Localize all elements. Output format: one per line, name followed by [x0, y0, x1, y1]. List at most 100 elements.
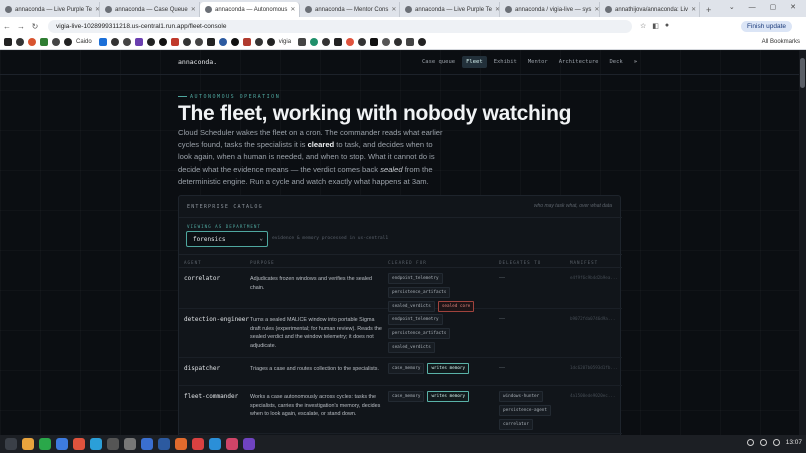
manifest-hash[interactable]: b9072fda0746d9a...: [570, 316, 618, 321]
nav-link-exhibit[interactable]: Exhibit: [490, 56, 521, 68]
bookmark-icon[interactable]: [182, 38, 191, 46]
url-field[interactable]: vigia-live-1028999311218.us-central1.run…: [48, 19, 632, 33]
browser-tab[interactable]: annathijova/annaconda: Liv ✕: [600, 2, 700, 17]
reload-icon[interactable]: ↻: [28, 22, 42, 31]
bookmark-icon[interactable]: [110, 38, 119, 46]
nav-link-deck[interactable]: Deck: [606, 56, 627, 68]
taskbar-app-icon[interactable]: [141, 438, 153, 450]
bookmark-icon[interactable]: [98, 38, 107, 46]
bookmark-icon[interactable]: [206, 38, 215, 46]
bookmark-label[interactable]: vigia: [279, 39, 291, 45]
taskbar-app-icon[interactable]: [226, 438, 238, 450]
bookmark-icon[interactable]: [382, 38, 391, 46]
star-icon[interactable]: ☆: [640, 22, 646, 30]
taskbar-app-icon[interactable]: [39, 438, 51, 450]
taskbar-app-icon[interactable]: [90, 438, 102, 450]
taskbar-app-icon[interactable]: [192, 438, 204, 450]
bookmark-icon[interactable]: [254, 38, 263, 46]
close-tab-icon[interactable]: ✕: [290, 6, 295, 13]
bookmark-icon[interactable]: [40, 38, 48, 46]
bookmark-icon[interactable]: [406, 38, 415, 46]
bookmark-icon[interactable]: [194, 38, 203, 46]
manifest-hash[interactable]: 4a1500ede9020ec...: [570, 393, 618, 398]
table-row[interactable]: fleet-commander Works a case autonomously…: [179, 386, 622, 434]
bookmark-icon[interactable]: [230, 38, 239, 46]
bookmark-icon[interactable]: [266, 38, 275, 46]
bookmark-label[interactable]: Caido: [76, 39, 92, 45]
window-controls[interactable]: ⌄ — ▢ ✕: [729, 3, 802, 11]
browser-tab[interactable]: annaconda — Live Purple Te ✕: [0, 2, 100, 17]
bookmark-icon[interactable]: [146, 38, 155, 46]
bookmark-icon[interactable]: [334, 38, 343, 46]
bookmark-icon[interactable]: [310, 38, 319, 46]
browser-tab[interactable]: annaconda — Autonomous ✕: [200, 2, 300, 17]
finish-update-button[interactable]: Finish update: [740, 20, 792, 32]
table-row[interactable]: detection-engineer Turns a sealed MALICE …: [179, 309, 622, 358]
bookmark-icon[interactable]: [218, 38, 227, 46]
cleared-for-list: endpoint_telemetry persistence_artifacts s…: [388, 314, 488, 353]
agent-name[interactable]: fleet-commander: [184, 393, 238, 400]
bookmark-icon[interactable]: [170, 38, 179, 46]
taskbar-app-icon[interactable]: [56, 438, 68, 450]
bookmark-icon[interactable]: [346, 38, 355, 46]
new-tab-button[interactable]: +: [700, 2, 717, 17]
bookmark-icon[interactable]: [322, 38, 331, 46]
network-icon[interactable]: [746, 439, 754, 446]
browser-tab[interactable]: annaconda / vigia-live — sys ✕: [500, 2, 600, 17]
bookmark-icon[interactable]: [370, 38, 379, 46]
page-scrollbar[interactable]: [799, 50, 806, 435]
bookmark-icon[interactable]: [242, 38, 251, 46]
taskbar-app-icon[interactable]: [5, 438, 17, 450]
close-tab-icon[interactable]: ✕: [594, 6, 599, 13]
back-icon[interactable]: ←: [0, 22, 14, 31]
table-row[interactable]: dispatcher Triages a case and routes coll…: [179, 358, 622, 386]
nav-link-mentor[interactable]: Mentor: [524, 56, 552, 68]
forward-icon[interactable]: →: [14, 22, 28, 31]
volume-icon[interactable]: [759, 439, 767, 446]
bookmark-icon[interactable]: [64, 38, 72, 46]
bookmark-icon[interactable]: [418, 38, 427, 46]
agent-name[interactable]: dispatcher: [184, 365, 220, 372]
taskbar-app-icon[interactable]: [107, 438, 119, 450]
department-select[interactable]: forensics ⌄: [186, 231, 268, 247]
nav-link-fleet[interactable]: Fleet: [462, 56, 487, 68]
nav-link-architecture[interactable]: Architecture: [555, 56, 603, 68]
bookmark-icon[interactable]: [52, 38, 60, 46]
close-tab-icon[interactable]: ✕: [191, 6, 196, 13]
manifest-hash[interactable]: e4f9f6c9b4d2b9ea...: [570, 275, 618, 280]
clock[interactable]: 13:07: [786, 439, 802, 446]
agent-name[interactable]: detection-engineer: [184, 316, 249, 323]
taskbar-app-icon[interactable]: [124, 438, 136, 450]
taskbar-app-icon[interactable]: [243, 438, 255, 450]
bookmark-icon[interactable]: [122, 38, 131, 46]
taskbar-app-icon[interactable]: [209, 438, 221, 450]
bookmark-icon[interactable]: [394, 38, 403, 46]
nav-link-case-queue[interactable]: Case queue: [418, 56, 459, 68]
browser-tab[interactable]: annaconda — Case Queue ✕: [100, 2, 200, 17]
extension-icon[interactable]: ◧: [652, 22, 659, 30]
bookmark-icon[interactable]: [158, 38, 167, 46]
bookmark-icon[interactable]: [16, 38, 24, 46]
bookmark-icon[interactable]: [134, 38, 143, 46]
bookmark-icon[interactable]: [298, 38, 307, 46]
taskbar-app-icon[interactable]: [175, 438, 187, 450]
browser-tab[interactable]: annaconda — Mentor Cons ✕: [300, 2, 400, 17]
bookmark-icon[interactable]: [28, 38, 36, 46]
all-bookmarks-button[interactable]: All Bookmarks: [762, 39, 800, 45]
close-tab-icon[interactable]: ✕: [691, 6, 696, 13]
table-row[interactable]: correlator Adjudicates frozen windows and…: [179, 268, 622, 312]
nav-more-icon[interactable]: »: [630, 56, 641, 68]
manifest-hash[interactable]: 1dc6207b0593d1fb...: [570, 365, 618, 370]
taskbar-app-icon[interactable]: [158, 438, 170, 450]
brand-logo[interactable]: annaconda.: [178, 58, 217, 66]
close-tab-icon[interactable]: ✕: [391, 6, 396, 13]
bookmark-icon[interactable]: [358, 38, 367, 46]
agent-name[interactable]: correlator: [184, 275, 220, 282]
bookmark-icon[interactable]: [4, 38, 12, 46]
scrollbar-thumb[interactable]: [800, 58, 805, 88]
browser-tab[interactable]: annaconda — Live Purple Te ✕: [400, 2, 500, 17]
battery-icon[interactable]: [772, 439, 780, 446]
profile-icon[interactable]: ●: [665, 22, 669, 30]
taskbar-app-icon[interactable]: [73, 438, 85, 450]
taskbar-app-icon[interactable]: [22, 438, 34, 450]
